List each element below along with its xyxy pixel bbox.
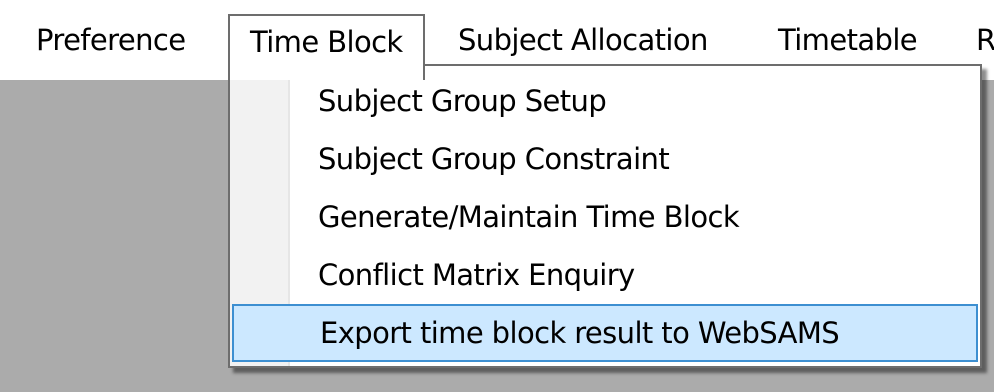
menu-item-subject-group-constraint[interactable]: Subject Group Constraint [230,130,980,188]
menu-item-label: Subject Group Setup [318,84,607,118]
menu-item-export-to-websams[interactable]: Export time block result to WebSAMS [232,304,978,362]
menu-item-subject-group-setup[interactable]: Subject Group Setup [230,72,980,130]
menu-item-generate-maintain-time-block[interactable]: Generate/Maintain Time Block [230,188,980,246]
dropdown-panel: Subject Group Setup Subject Group Constr… [230,66,980,366]
menu-item-label: Export time block result to WebSAMS [320,316,840,350]
menu-item-conflict-matrix-enquiry[interactable]: Conflict Matrix Enquiry [230,246,980,304]
menu-preference[interactable]: Preference [36,0,186,80]
menu-time-block[interactable]: Time Block [228,14,425,80]
menu-item-label: Generate/Maintain Time Block [318,200,740,234]
menu-item-label: Subject Group Constraint [318,142,670,176]
time-block-dropdown-menu: Subject Group Setup Subject Group Constr… [228,64,982,368]
menu-item-label: Conflict Matrix Enquiry [318,258,635,292]
